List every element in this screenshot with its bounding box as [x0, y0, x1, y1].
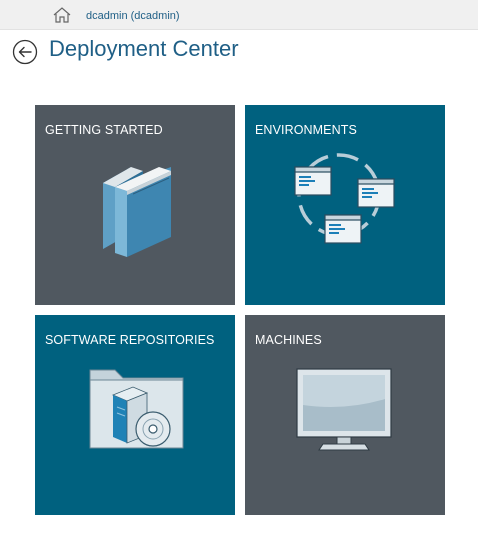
software-folder-icon: [89, 369, 184, 449]
tile-software-repositories[interactable]: SOFTWARE REPOSITORIES: [35, 315, 235, 515]
tile-environments[interactable]: ENVIRONMENTS: [245, 105, 445, 305]
page-title: Deployment Center: [49, 36, 239, 61]
back-arrow-icon[interactable]: [12, 39, 38, 65]
books-icon: [103, 167, 171, 257]
tile-machines[interactable]: MACHINES: [245, 315, 445, 515]
tile-getting-started[interactable]: GETTING STARTED: [35, 105, 235, 305]
monitor-icon: [296, 368, 392, 451]
user-account-link[interactable]: dcadmin (dcadmin): [86, 9, 180, 23]
top-bar: dcadmin (dcadmin): [0, 0, 478, 30]
page-header: Deployment Center: [10, 36, 470, 68]
environments-cycle-icon: [294, 153, 395, 244]
home-icon[interactable]: [52, 5, 72, 25]
